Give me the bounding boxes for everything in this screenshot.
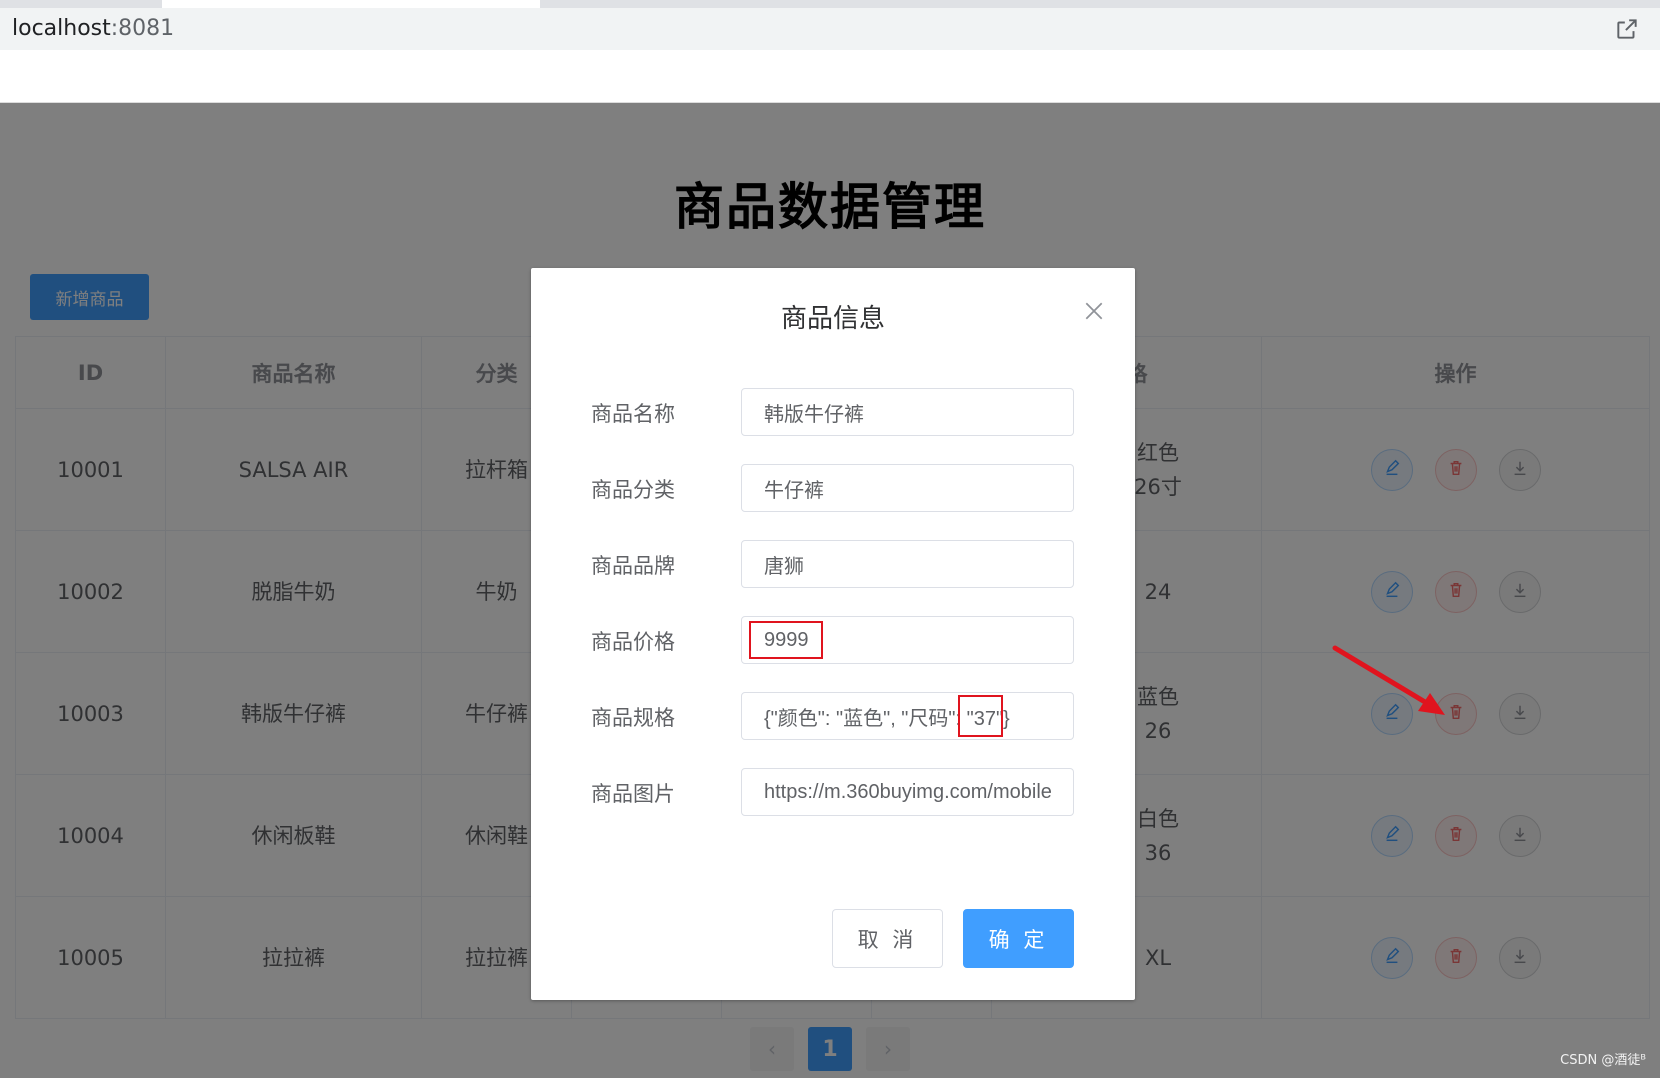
tab-strip [0, 0, 1660, 8]
form-row-image: 商品图片 [531, 768, 1135, 816]
form-label: 商品品牌 [591, 554, 675, 578]
cancel-button[interactable]: 取 消 [832, 909, 943, 968]
highlight-box-spec [958, 695, 1003, 737]
form-label: 商品图片 [591, 782, 675, 806]
form-row-brand: 商品品牌 [531, 540, 1135, 588]
highlight-box-price [749, 621, 823, 659]
form-label: 商品规格 [591, 706, 675, 730]
url-port: :8081 [110, 16, 175, 41]
annotation-arrow-icon [1332, 645, 1445, 715]
tab-inactive[interactable] [540, 0, 1660, 8]
url-text[interactable]: localhost:8081 [12, 16, 174, 41]
address-bar[interactable]: localhost:8081 [0, 8, 1660, 50]
form-row-spec: 商品规格 [531, 692, 1135, 740]
form-row-name: 商品名称 [531, 388, 1135, 436]
product-brand-input[interactable] [741, 540, 1074, 588]
form-label: 商品价格 [591, 630, 675, 654]
confirm-button[interactable]: 确 定 [963, 909, 1074, 968]
product-category-input[interactable] [741, 464, 1074, 512]
dialog-title: 商品信息 [780, 304, 885, 334]
product-dialog: 商品信息 商品名称 商品分类 商品品牌 商品价格 商品规格 商品图片 [531, 268, 1135, 1000]
page: 商品数据管理 新增商品 ID 商品名称 分类 规格 操作 10001SALSA … [0, 103, 1660, 1078]
tab-inactive[interactable] [0, 0, 162, 8]
bookmark-bar [0, 50, 1660, 103]
product-name-input[interactable] [741, 388, 1074, 436]
product-spec-input[interactable] [741, 692, 1074, 740]
share-icon[interactable] [1614, 16, 1640, 42]
url-host: localhost [12, 16, 111, 41]
form-label: 商品分类 [591, 478, 675, 502]
watermark: CSDN @酒徒ᴮ [1560, 1053, 1646, 1068]
form-label: 商品名称 [591, 402, 675, 426]
product-image-input[interactable] [741, 768, 1074, 816]
form-row-price: 商品价格 [531, 616, 1135, 664]
form-row-category: 商品分类 [531, 464, 1135, 512]
close-icon[interactable] [1083, 300, 1105, 322]
